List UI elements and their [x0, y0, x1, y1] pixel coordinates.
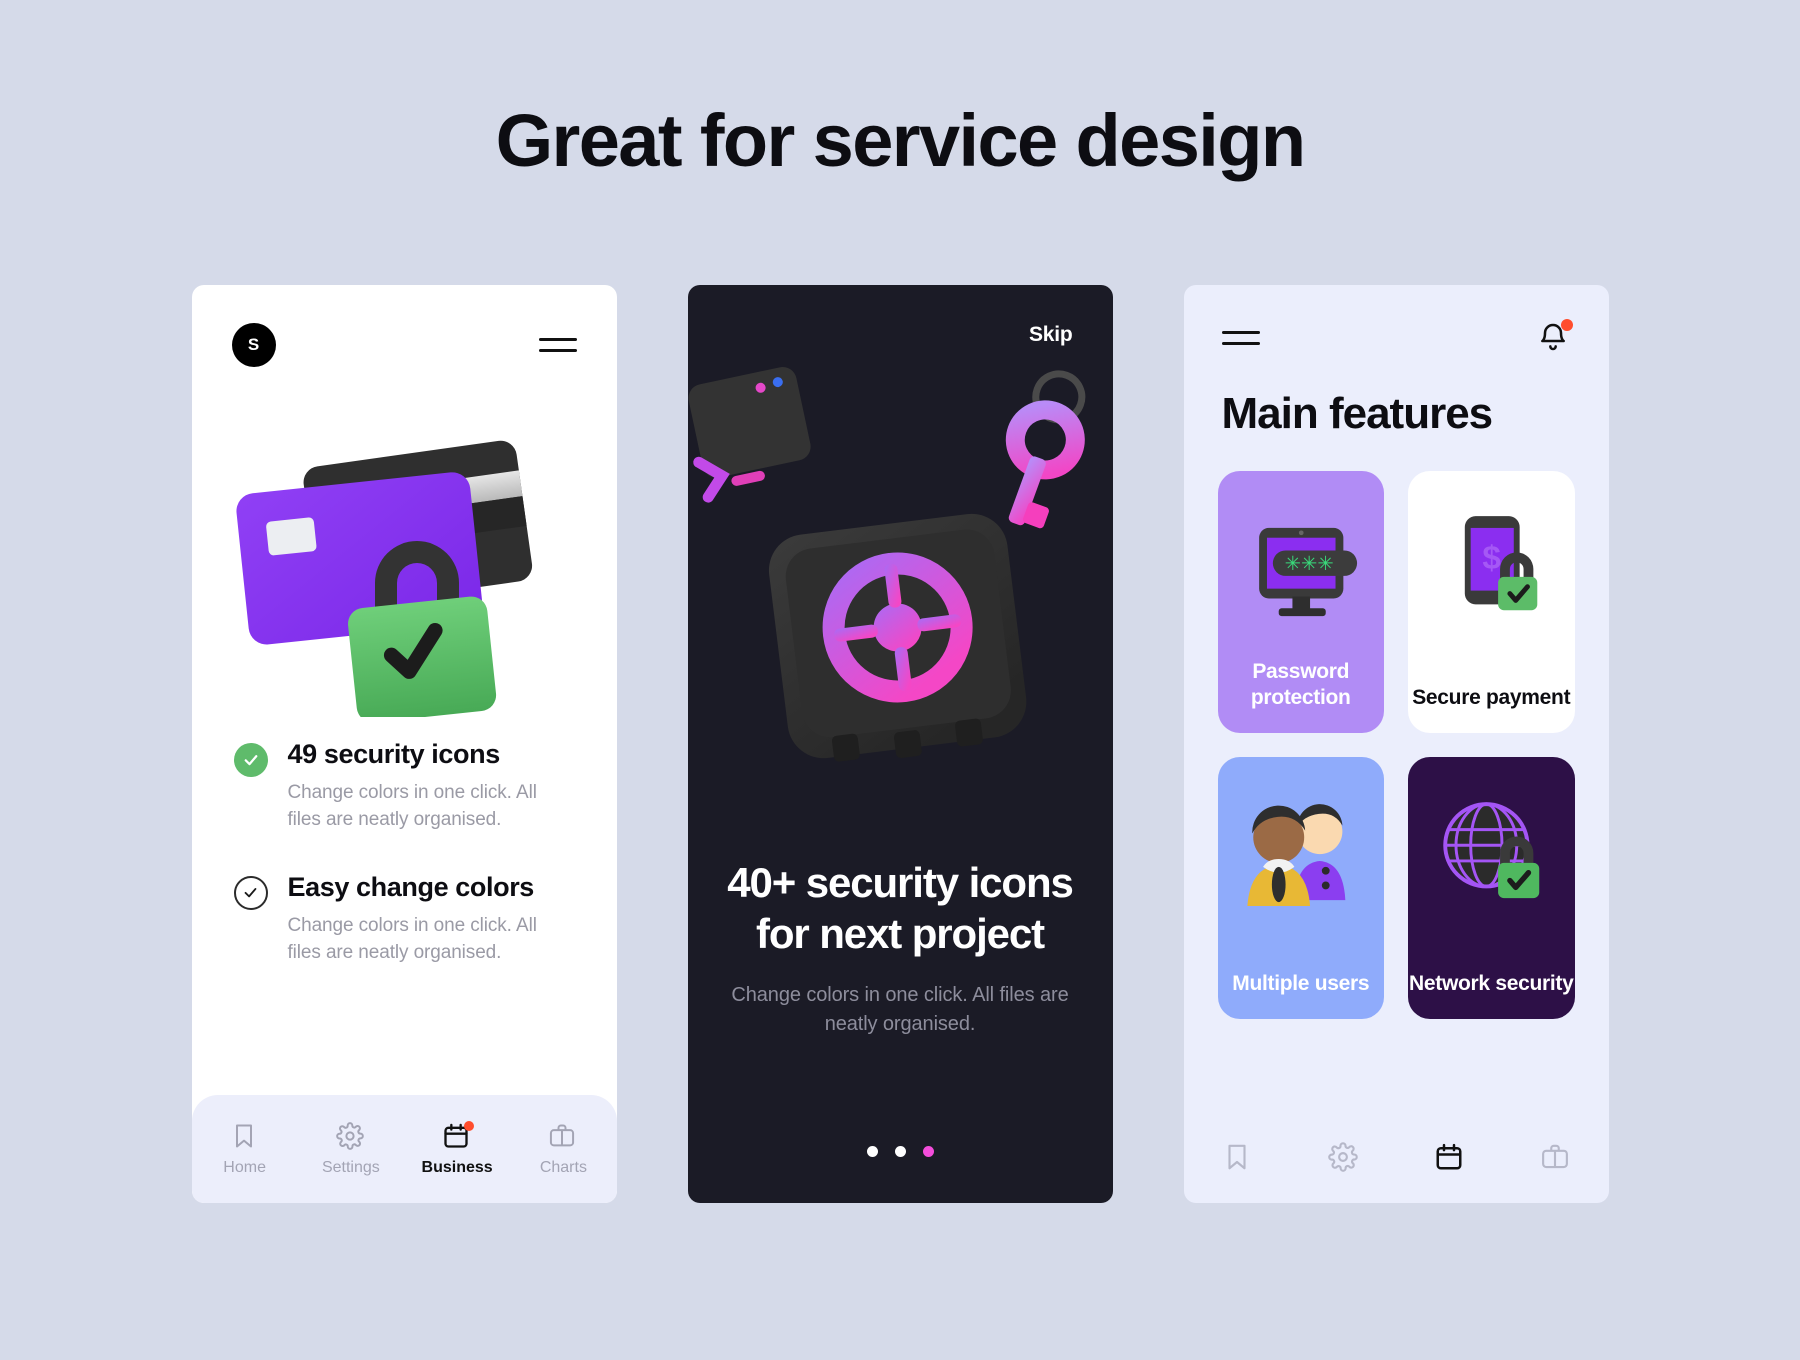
bell-icon[interactable] [1537, 319, 1573, 355]
hamburger-icon[interactable] [1221, 331, 1260, 345]
card-label: Secure payment [1412, 685, 1571, 709]
phone-screen-onboarding-slide: Skip 40+ security icons for next project… [687, 285, 1113, 1203]
hamburger-icon[interactable] [538, 338, 577, 352]
phone-dollar-lock-icon: $ [1408, 497, 1575, 647]
feature-card-network-security[interactable]: Network security [1408, 757, 1575, 1019]
globe-lock-icon [1408, 783, 1575, 933]
svg-text:✳✳✳: ✳✳✳ [1284, 553, 1333, 575]
phone-screen-onboarding-features: S 49 security icons Change colors in one… [191, 285, 617, 1203]
gear-icon [1328, 1142, 1358, 1172]
gear-icon [336, 1121, 366, 1152]
calendar-icon [1434, 1142, 1464, 1172]
slide-headline: 40+ security icons for next project [727, 859, 1074, 958]
calendar-icon [442, 1120, 475, 1152]
two-users-icon [1218, 783, 1385, 933]
check-icon [233, 743, 268, 777]
pagination-dot[interactable] [866, 1146, 878, 1157]
slide-text-block: 40+ security icons for next project Chan… [688, 857, 1113, 1038]
phone-one-header: S [192, 285, 617, 367]
page-heading: Main features [1221, 389, 1494, 438]
nav-item-settings[interactable] [1290, 1142, 1396, 1172]
feature-list: 49 security icons Change colors in one c… [192, 739, 617, 967]
phone-three-header [1184, 285, 1609, 355]
credit-card-lock-illustration [192, 387, 617, 717]
list-item: 49 security icons Change colors in one c… [233, 739, 575, 834]
briefcase-icon [1540, 1142, 1570, 1172]
pagination-dots [688, 1146, 1113, 1157]
list-item: Easy change colors Change colors in one … [233, 871, 575, 967]
nav-item-calendar[interactable] [1396, 1142, 1502, 1172]
bottom-navigation-bar: Home Settings Business Charts [191, 1095, 617, 1203]
nav-item-bookmark[interactable] [1184, 1142, 1290, 1172]
monitor-password-icon: ✳✳✳ [1218, 497, 1385, 647]
nav-label: Business [421, 1158, 493, 1176]
feature-card-multiple-users[interactable]: Multiple users [1217, 757, 1385, 1019]
check-icon [233, 875, 268, 910]
nav-item-home[interactable]: Home [192, 1122, 298, 1177]
pagination-dot-active[interactable] [922, 1146, 934, 1157]
nav-item-settings[interactable]: Settings [298, 1121, 404, 1177]
svg-text:$: $ [1482, 540, 1501, 577]
notification-badge [1560, 319, 1573, 331]
nav-item-briefcase[interactable] [1502, 1142, 1608, 1172]
feature-card-grid: ✳✳✳ Password protection $ Secure payment… [1184, 439, 1609, 1019]
safe-key-illustration [687, 355, 1113, 835]
page-title: Great for service design [495, 99, 1306, 182]
feature-title: Easy change colors [287, 871, 535, 902]
nav-label: Charts [539, 1158, 587, 1176]
feature-card-password-protection[interactable]: ✳✳✳ Password protection [1217, 471, 1385, 733]
slide-subtitle: Change colors in one click. All files ar… [731, 984, 1069, 1035]
nav-label: Settings [321, 1158, 380, 1176]
nav-item-charts[interactable]: Charts [510, 1122, 616, 1177]
card-label: Password protection [1250, 659, 1351, 709]
card-label: Multiple users [1232, 971, 1370, 995]
bookmark-icon [1222, 1142, 1252, 1172]
feature-card-secure-payment[interactable]: $ Secure payment [1408, 471, 1575, 733]
skip-button[interactable]: Skip [1029, 323, 1073, 347]
phone-mockups-row: S 49 security icons Change colors in one… [0, 285, 1800, 1203]
pagination-dot[interactable] [894, 1146, 906, 1157]
nav-label: Home [223, 1158, 266, 1176]
feature-description: Change colors in one click. All files ar… [287, 782, 537, 831]
briefcase-icon [548, 1122, 578, 1152]
phone-screen-main-features: Main features ✳✳✳ Password protection $ … [1183, 285, 1609, 1203]
bookmark-icon [230, 1122, 260, 1152]
nav-item-business[interactable]: Business [404, 1120, 510, 1177]
app-logo-badge[interactable]: S [231, 323, 276, 367]
notification-badge [464, 1120, 475, 1131]
feature-title: 49 security icons [287, 739, 501, 769]
card-label: Network security [1409, 971, 1574, 995]
bottom-navigation-bar [1184, 1111, 1609, 1203]
feature-description: Change colors in one click. All files ar… [287, 915, 537, 963]
